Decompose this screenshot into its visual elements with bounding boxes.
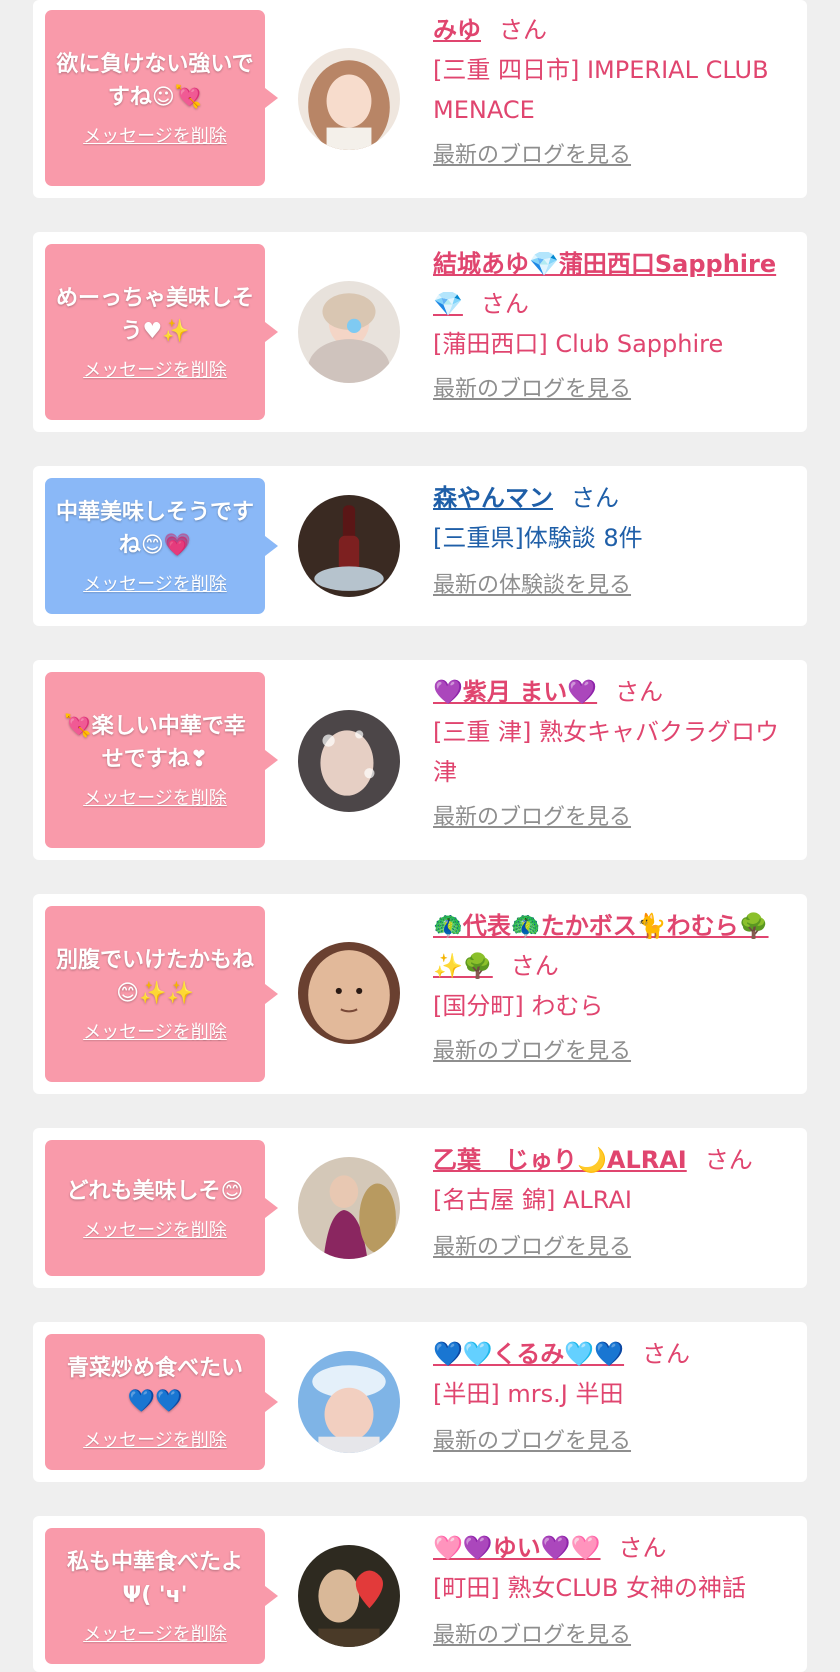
- honorific: さん: [615, 678, 664, 706]
- message-card: 青菜炒め食べたい💙💙 メッセージを削除 💙🩵くるみ🩵💙 さん [半田] mrs.J…: [33, 1322, 807, 1482]
- user-name-link[interactable]: 💜紫月 まい💜: [433, 678, 597, 706]
- latest-blog-link[interactable]: 最新のブログを見る: [433, 1426, 631, 1458]
- honorific: さん: [704, 1146, 753, 1174]
- avatar[interactable]: [298, 495, 400, 597]
- delete-message-link[interactable]: メッセージを削除: [83, 356, 227, 382]
- latest-blog-link[interactable]: 最新のブログを見る: [433, 1036, 631, 1068]
- message-bubble: 中華美味しそうですね😊💗 メッセージを削除: [45, 478, 278, 614]
- shop-info: [名古屋 錦] ALRAI: [433, 1186, 632, 1214]
- message-card: 中華美味しそうですね😊💗 メッセージを削除 森やんマン さん [三重県]体験談 8…: [33, 466, 807, 626]
- honorific: さん: [618, 1534, 667, 1562]
- user-name-link[interactable]: 🩷💜ゆい💜🩷: [433, 1534, 601, 1562]
- honorific: さん: [642, 1340, 691, 1368]
- message-bubble: 私も中華食べたよΨ( 'ч' メッセージを削除: [45, 1528, 278, 1664]
- latest-blog-link[interactable]: 最新のブログを見る: [433, 140, 631, 172]
- user-info: 💙🩵くるみ🩵💙 さん [半田] mrs.J 半田 最新のブログを見る: [433, 1334, 793, 1458]
- name-line: 🩷💜ゆい💜🩷 さん: [433, 1528, 793, 1568]
- message-card: 私も中華食べたよΨ( 'ч' メッセージを削除 🩷💜ゆい💜🩷 さん [町田] 熟女…: [33, 1516, 807, 1672]
- avatar[interactable]: [298, 1351, 400, 1453]
- delete-message-link[interactable]: メッセージを削除: [83, 1018, 227, 1044]
- user-name-link[interactable]: みゆ: [433, 16, 481, 44]
- user-name-link[interactable]: 🦚代表🦚たかボス🐈わむら🌳✨🌳: [433, 912, 769, 980]
- latest-blog-link[interactable]: 最新のブログを見る: [433, 374, 631, 406]
- shop-info: [三重 津] 熟女キャバクラグロウ津: [433, 718, 779, 786]
- name-line: 💙🩵くるみ🩵💙 さん: [433, 1334, 793, 1374]
- avatar[interactable]: [298, 942, 400, 1044]
- name-line: 🦚代表🦚たかボス🐈わむら🌳✨🌳 さん: [433, 906, 793, 986]
- name-line: 💜紫月 まい💜 さん: [433, 672, 793, 712]
- user-info: 🦚代表🦚たかボス🐈わむら🌳✨🌳 さん [国分町] わむら 最新のブログを見る: [433, 906, 793, 1068]
- message-bubble: どれも美味しそ😊 メッセージを削除: [45, 1140, 278, 1276]
- user-info: 乙葉 じゅり🌙ALRAI さん [名古屋 錦] ALRAI 最新のブログを見る: [433, 1140, 793, 1264]
- avatar[interactable]: [298, 1545, 400, 1647]
- avatar[interactable]: [298, 710, 400, 812]
- delete-message-link[interactable]: メッセージを削除: [83, 1216, 227, 1242]
- user-info: 💜紫月 まい💜 さん [三重 津] 熟女キャバクラグロウ津 最新のブログを見る: [433, 672, 793, 834]
- user-info: みゆ さん [三重 四日市] IMPERIAL CLUB MENACE 最新のブロ…: [433, 10, 793, 172]
- name-line: みゆ さん: [433, 10, 793, 50]
- message-card: めーっちゃ美味しそう♥✨ メッセージを削除 結城あゆ💎蒲田西口Sapphire💎…: [33, 232, 807, 432]
- message-bubble: 💘楽しい中華で幸せですね❣ メッセージを削除: [45, 672, 278, 848]
- message-text: めーっちゃ美味しそう♥✨: [55, 286, 254, 344]
- message-text: どれも美味しそ😊: [66, 1178, 244, 1204]
- message-text: 💘楽しい中華で幸せですね❣: [64, 714, 246, 772]
- user-name-link[interactable]: 乙葉 じゅり🌙ALRAI: [433, 1146, 687, 1174]
- honorific: さん: [480, 290, 529, 318]
- honorific: さん: [510, 952, 559, 980]
- user-name-link[interactable]: 💙🩵くるみ🩵💙: [433, 1340, 624, 1368]
- message-text: 別腹でいけたかもね😊✨✨: [55, 948, 254, 1006]
- message-bubble: めーっちゃ美味しそう♥✨ メッセージを削除: [45, 244, 278, 420]
- message-text: 青菜炒め食べたい💙💙: [66, 1356, 243, 1414]
- message-card: 別腹でいけたかもね😊✨✨ メッセージを削除 🦚代表🦚たかボス🐈わむら🌳✨🌳 さん …: [33, 894, 807, 1094]
- shop-info: [町田] 熟女CLUB 女神の神話: [433, 1574, 746, 1602]
- avatar[interactable]: [298, 48, 400, 150]
- honorific: さん: [571, 484, 619, 512]
- message-card: 💘楽しい中華で幸せですね❣ メッセージを削除 💜紫月 まい💜 さん [三重 津] …: [33, 660, 807, 860]
- name-line: 森やんマン さん: [433, 478, 793, 518]
- message-text: 私も中華食べたよΨ( 'ч': [66, 1550, 243, 1608]
- user-info: 森やんマン さん [三重県]体験談 8件 最新の体験談を見る: [433, 478, 793, 602]
- latest-blog-link[interactable]: 最新のブログを見る: [433, 1232, 631, 1264]
- delete-message-link[interactable]: メッセージを削除: [83, 570, 227, 596]
- honorific: さん: [499, 16, 547, 44]
- user-info: 結城あゆ💎蒲田西口Sapphire💎 さん [蒲田西口] Club Sapphir…: [433, 244, 793, 406]
- message-bubble: 別腹でいけたかもね😊✨✨ メッセージを削除: [45, 906, 278, 1082]
- shop-info: [半田] mrs.J 半田: [433, 1380, 624, 1408]
- message-bubble: 欲に負けない強いですね☺💘 メッセージを削除: [45, 10, 278, 186]
- avatar[interactable]: [298, 281, 400, 383]
- message-text: 欲に負けない強いですね☺💘: [56, 52, 254, 110]
- shop-info: [国分町] わむら: [433, 992, 604, 1020]
- user-name-link[interactable]: 森やんマン: [433, 484, 553, 512]
- delete-message-link[interactable]: メッセージを削除: [83, 1426, 227, 1452]
- shop-info: [蒲田西口] Club Sapphire: [433, 330, 724, 358]
- shop-info: [三重県]体験談 8件: [433, 524, 643, 552]
- shop-info: [三重 四日市] IMPERIAL CLUB MENACE: [433, 56, 769, 124]
- delete-message-link[interactable]: メッセージを削除: [83, 1620, 227, 1646]
- name-line: 結城あゆ💎蒲田西口Sapphire💎 さん: [433, 244, 793, 324]
- latest-blog-link[interactable]: 最新のブログを見る: [433, 802, 631, 834]
- latest-review-link[interactable]: 最新の体験談を見る: [433, 570, 631, 602]
- message-card: どれも美味しそ😊 メッセージを削除 乙葉 じゅり🌙ALRAI さん [名古屋 錦]…: [33, 1128, 807, 1288]
- delete-message-link[interactable]: メッセージを削除: [83, 784, 227, 810]
- latest-blog-link[interactable]: 最新のブログを見る: [433, 1620, 631, 1652]
- user-info: 🩷💜ゆい💜🩷 さん [町田] 熟女CLUB 女神の神話 最新のブログを見る: [433, 1528, 793, 1652]
- delete-message-link[interactable]: メッセージを削除: [83, 122, 227, 148]
- message-card: 欲に負けない強いですね☺💘 メッセージを削除 みゆ さん [三重 四日市] IMP…: [33, 0, 807, 198]
- avatar[interactable]: [298, 1157, 400, 1259]
- message-bubble: 青菜炒め食べたい💙💙 メッセージを削除: [45, 1334, 278, 1470]
- name-line: 乙葉 じゅり🌙ALRAI さん: [433, 1140, 793, 1180]
- message-text: 中華美味しそうですね😊💗: [55, 500, 254, 558]
